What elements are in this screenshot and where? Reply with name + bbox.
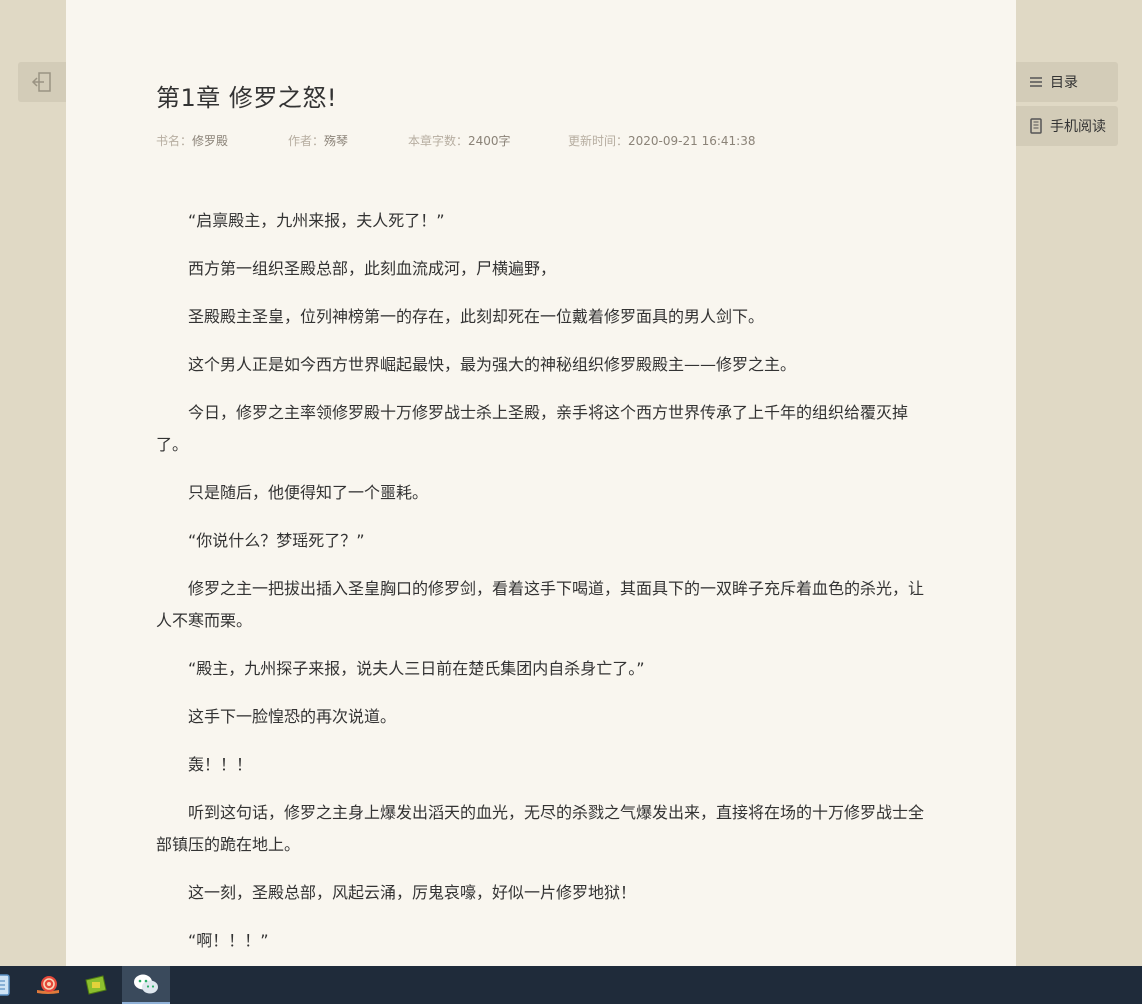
notepad-icon	[0, 974, 10, 996]
list-icon	[1030, 76, 1042, 88]
chapter-title: 第1章 修罗之怒!	[156, 84, 338, 112]
exit-icon	[31, 72, 51, 92]
paragraph: 今日，修罗之主率领修罗殿十万修罗战士杀上圣殿，亲手将这个西方世界传承了上千年的组…	[156, 403, 909, 454]
paragraph: 修罗之主一把拔出插入圣皇胸口的修罗剑，看着这手下喝道，其面具下的一双眸子充斥着血…	[156, 579, 925, 630]
paragraph: 这一刻，圣殿总部，风起云涌，厉鬼哀嚎，好似一片修罗地狱！	[188, 883, 637, 902]
taskbar	[0, 966, 1142, 1004]
paragraph: 西方第一组织圣殿总部，此刻血流成河，尸横遍野，	[188, 259, 557, 278]
paragraph: 圣殿殿主圣皇，位列神榜第一的存在，此刻却死在一位戴着修罗面具的男人剑下。	[188, 307, 765, 326]
paragraph: “启禀殿主，九州来报，夫人死了！”	[188, 211, 445, 230]
mobile-reading-button[interactable]: 手机阅读	[1016, 106, 1118, 146]
paragraph: 轰！！！	[188, 755, 253, 774]
word-count: 2400字	[468, 134, 511, 148]
paragraph: “你说什么？梦瑶死了？”	[188, 531, 365, 550]
taskbar-app-snail[interactable]	[26, 966, 70, 1004]
paragraph: “啊！！！”	[188, 931, 269, 950]
taskbar-app-wechat[interactable]	[122, 966, 170, 1004]
meta-book: 书名：修罗殿	[156, 134, 229, 148]
paragraph: “殿主，九州探子来报，说夫人三日前在楚氏集团内自杀身亡了。”	[188, 659, 645, 678]
paragraph: 这个男人正是如今西方世界崛起最快，最为强大的神秘组织修罗殿殿主——修罗之主。	[188, 355, 797, 374]
paragraph: 听到这句话，修罗之主身上爆发出滔天的血光，无尽的杀戮之气爆发出来，直接将在场的十…	[156, 803, 925, 854]
reading-page: 第1章 修罗之怒! 书名：修罗殿 作者：殇琴 本章字数：2400字 更新时间：2…	[66, 0, 1016, 966]
book-name: 修罗殿	[192, 134, 229, 148]
mobile-reading-label: 手机阅读	[1050, 119, 1106, 135]
taskbar-app-notepad[interactable]	[0, 966, 22, 1004]
wechat-icon	[134, 974, 158, 994]
paragraph: 只是随后，他便得知了一个噩耗。	[188, 483, 429, 502]
phone-icon	[1030, 118, 1042, 134]
meta-word-count: 本章字数：2400字	[408, 134, 511, 148]
meta-author: 作者：殇琴	[288, 134, 349, 148]
taskbar-app-game[interactable]	[74, 966, 118, 1004]
update-time: 2020-09-21 16:41:38	[628, 134, 756, 148]
paragraph: 这手下一脸惶恐的再次说道。	[188, 707, 397, 726]
snail-icon	[37, 976, 59, 994]
toc-button[interactable]: 目录	[1016, 62, 1118, 102]
toc-label: 目录	[1050, 75, 1078, 91]
game-icon	[85, 975, 107, 995]
exit-reading-button[interactable]	[18, 62, 66, 102]
chapter-content: “启禀殿主，九州来报，夫人死了！” 西方第一组织圣殿总部，此刻血流成河，尸横遍野…	[156, 205, 928, 966]
author-name: 殇琴	[324, 134, 349, 148]
meta-updated: 更新时间：2020-09-21 16:41:38	[568, 134, 756, 148]
